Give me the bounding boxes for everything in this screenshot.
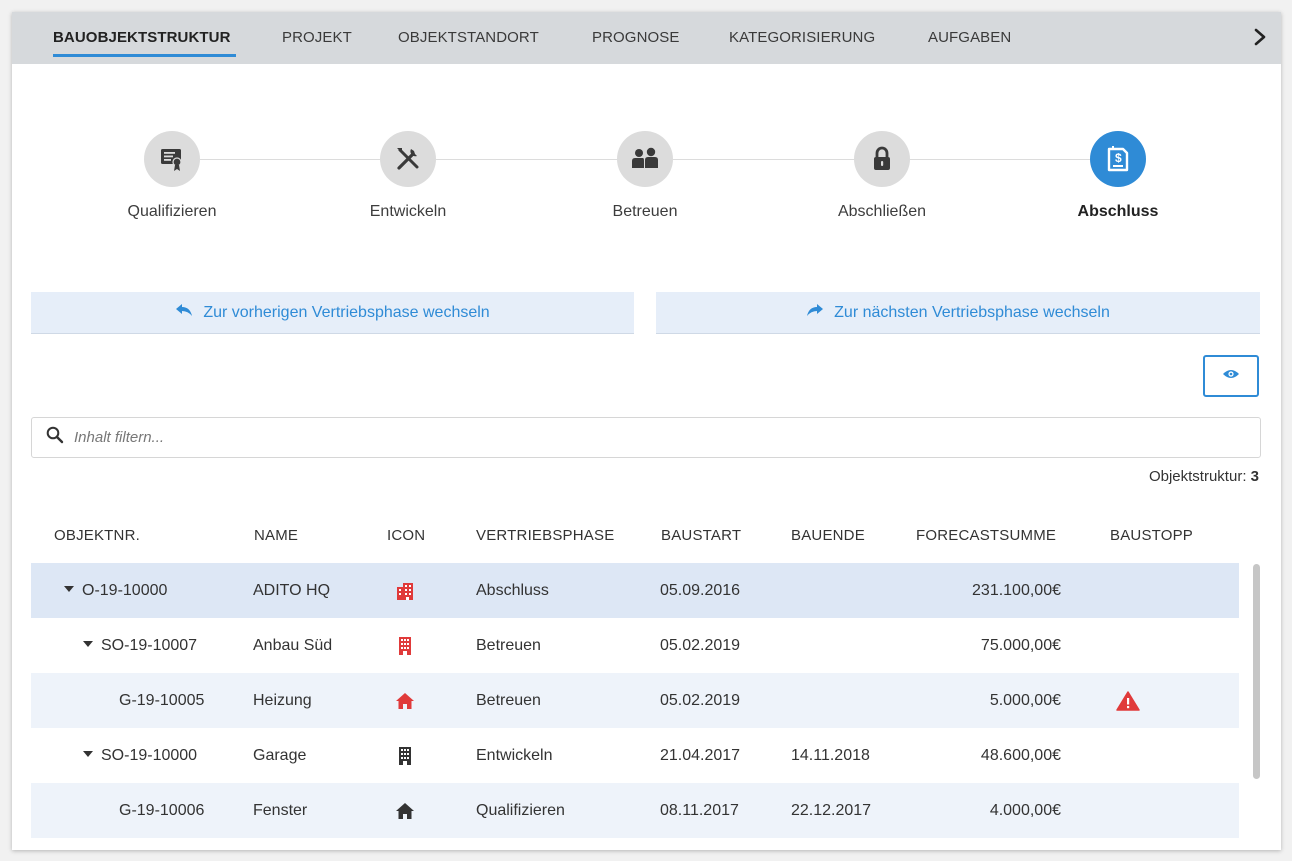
eye-icon bbox=[1222, 367, 1240, 385]
column-header-baustopp[interactable]: BAUSTOPP bbox=[1110, 527, 1193, 544]
certificate-icon bbox=[144, 131, 200, 187]
step-abschluss[interactable]: $ Abschluss bbox=[1038, 131, 1198, 231]
row-baustart: 08.11.2017 bbox=[660, 802, 739, 819]
filter-field[interactable] bbox=[31, 417, 1261, 458]
table-row[interactable]: G-19-10006 Fenster Qualifizieren 08.11.2… bbox=[31, 783, 1239, 838]
row-name: Anbau Süd bbox=[253, 637, 333, 654]
caret-down-icon[interactable] bbox=[83, 750, 93, 757]
step-label: Qualifizieren bbox=[127, 203, 217, 220]
row-objektnr: O-19-10000 bbox=[64, 563, 167, 618]
row-baustart: 05.02.2019 bbox=[660, 692, 741, 709]
tab-prognose[interactable]: PROGNOSE bbox=[592, 29, 679, 46]
row-baustart: 05.09.2016 bbox=[660, 582, 741, 599]
reply-arrow-icon bbox=[175, 303, 193, 322]
chevron-right-icon[interactable] bbox=[1249, 25, 1271, 49]
step-entwickeln[interactable]: Entwickeln bbox=[328, 131, 488, 231]
column-header-icon[interactable]: ICON bbox=[387, 527, 425, 544]
row-objektnr: G-19-10005 bbox=[119, 692, 205, 709]
view-toggle-button[interactable] bbox=[1203, 355, 1259, 397]
previous-phase-button[interactable]: Zur vorherigen Vertriebsphase wechseln bbox=[31, 292, 634, 334]
building-icon bbox=[397, 728, 413, 783]
next-phase-button[interactable]: Zur nächsten Vertriebsphase wechseln bbox=[656, 292, 1260, 334]
previous-phase-label: Zur vorherigen Vertriebsphase wechseln bbox=[203, 303, 490, 321]
lock-icon bbox=[854, 131, 910, 187]
row-objektnr: G-19-10006 bbox=[119, 802, 205, 819]
warning-icon bbox=[1116, 673, 1140, 728]
table-row[interactable]: SO-19-10007 Anbau Süd Betreuen 05.02.201… bbox=[31, 618, 1239, 673]
tab-bauobjektstruktur[interactable]: BAUOBJEKTSTRUKTUR bbox=[53, 29, 231, 46]
row-baustart: 21.04.2017 bbox=[660, 747, 741, 764]
tab-projekt[interactable]: PROJEKT bbox=[282, 29, 352, 46]
row-forecast: 231.100,00€ bbox=[972, 582, 1061, 599]
step-abschliessen[interactable]: Abschließen bbox=[802, 131, 962, 231]
invoice-icon: $ bbox=[1090, 131, 1146, 187]
tab-bar: BAUOBJEKTSTRUKTUR PROJEKT OBJEKTSTANDORT… bbox=[12, 12, 1281, 64]
table-row[interactable]: SO-19-10000 Garage Entwickeln 21.04.2017… bbox=[31, 728, 1239, 783]
tab-aufgaben[interactable]: AUFGABEN bbox=[928, 29, 1011, 46]
column-header-vertriebsphase[interactable]: VERTRIEBSPHASE bbox=[476, 527, 614, 544]
step-label: Abschließen bbox=[837, 203, 927, 220]
main-panel: BAUOBJEKTSTRUKTUR PROJEKT OBJEKTSTANDORT… bbox=[12, 12, 1281, 850]
row-bauende: 14.11.2018 bbox=[791, 747, 870, 764]
row-name: Heizung bbox=[253, 692, 312, 709]
column-header-objektnr[interactable]: OBJEKTNR. bbox=[54, 527, 140, 544]
table-scrollbar[interactable] bbox=[1253, 564, 1260, 779]
row-bauende: 22.12.2017 bbox=[791, 802, 872, 819]
row-forecast: 75.000,00€ bbox=[980, 637, 1061, 654]
step-label: Entwickeln bbox=[369, 203, 447, 220]
object-count-value: 3 bbox=[1250, 468, 1259, 485]
row-name: Fenster bbox=[253, 802, 308, 819]
house-icon bbox=[395, 673, 415, 728]
tools-icon bbox=[380, 131, 436, 187]
column-header-bauende[interactable]: BAUENDE bbox=[791, 527, 865, 544]
row-name: ADITO HQ bbox=[253, 582, 331, 599]
row-forecast: 48.600,00€ bbox=[980, 747, 1061, 764]
row-forecast: 5.000,00€ bbox=[989, 692, 1061, 709]
row-phase: Qualifizieren bbox=[476, 802, 565, 819]
building-icon bbox=[397, 618, 413, 673]
search-icon bbox=[46, 426, 64, 449]
forward-arrow-icon bbox=[806, 303, 824, 322]
row-phase: Betreuen bbox=[476, 637, 541, 654]
next-phase-label: Zur nächsten Vertriebsphase wechseln bbox=[834, 303, 1110, 321]
row-forecast: 4.000,00€ bbox=[989, 802, 1061, 819]
table-row[interactable]: O-19-10000 ADITO HQ Abschluss 05.09.2016… bbox=[31, 563, 1239, 618]
office-building-icon bbox=[395, 563, 415, 618]
filter-input[interactable] bbox=[74, 429, 1224, 446]
object-count-label: Objektstruktur: bbox=[1148, 468, 1247, 485]
step-qualifizieren[interactable]: Qualifizieren bbox=[92, 131, 252, 231]
svg-text:$: $ bbox=[1115, 151, 1122, 165]
row-phase: Betreuen bbox=[476, 692, 541, 709]
step-label: Abschluss bbox=[1077, 203, 1159, 220]
users-icon bbox=[617, 131, 673, 187]
column-header-baustart[interactable]: BAUSTART bbox=[661, 527, 741, 544]
object-count: Objektstruktur: 3 bbox=[1149, 468, 1259, 485]
row-objektnr: SO-19-10007 bbox=[83, 618, 197, 673]
caret-down-icon[interactable] bbox=[64, 585, 74, 592]
active-tab-indicator bbox=[53, 54, 236, 57]
caret-down-icon[interactable] bbox=[83, 640, 93, 647]
tab-objektstandort[interactable]: OBJEKTSTANDORT bbox=[398, 29, 539, 46]
row-objektnr: SO-19-10000 bbox=[83, 728, 197, 783]
step-betreuen[interactable]: Betreuen bbox=[565, 131, 725, 231]
row-baustart: 05.02.2019 bbox=[660, 637, 741, 654]
table-row[interactable]: G-19-10005 Heizung Betreuen 05.02.2019 5… bbox=[31, 673, 1239, 728]
tab-kategorisierung[interactable]: KATEGORISIERUNG bbox=[729, 29, 875, 46]
column-header-name[interactable]: NAME bbox=[254, 527, 298, 544]
row-phase: Entwickeln bbox=[476, 747, 553, 764]
row-phase: Abschluss bbox=[476, 582, 549, 599]
step-label: Betreuen bbox=[612, 203, 678, 220]
column-header-forecastsumme[interactable]: FORECASTSUMME bbox=[916, 527, 1056, 544]
row-name: Garage bbox=[253, 747, 307, 764]
house-icon bbox=[395, 783, 415, 838]
